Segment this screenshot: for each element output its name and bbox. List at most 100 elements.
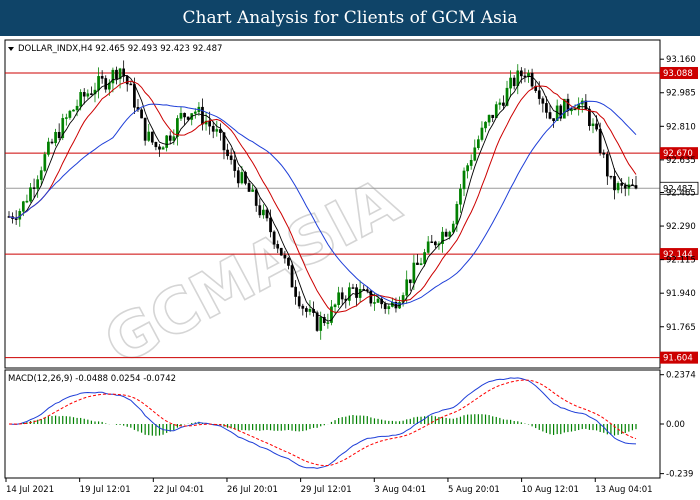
candle-body: [79, 92, 83, 107]
candle-body: [434, 241, 437, 246]
candle-body: [226, 149, 229, 157]
candle-body: [161, 147, 165, 150]
candle-body: [351, 287, 355, 289]
candle-body: [129, 83, 133, 86]
candle-body: [448, 231, 452, 237]
candle-body: [21, 201, 25, 212]
candle-body: [104, 78, 108, 90]
candle-body: [193, 111, 197, 114]
candle-body: [133, 84, 136, 108]
candle-body: [158, 146, 161, 150]
candle-body: [613, 176, 616, 191]
candle-body: [240, 172, 244, 184]
candle-body: [236, 170, 240, 184]
candle-body: [455, 204, 459, 225]
candle-body: [340, 292, 344, 300]
candle-body: [308, 308, 312, 312]
level-tag-label: 91.604: [663, 354, 693, 364]
candle-body: [36, 179, 40, 189]
candle-body: [326, 322, 330, 324]
x-tick-label: 26 Jul 20:01: [227, 485, 278, 495]
candle-body: [598, 128, 602, 154]
candle-body: [247, 183, 251, 192]
candle-body: [595, 123, 598, 130]
candle-body: [369, 290, 373, 304]
candle-body: [469, 160, 473, 166]
candle-body: [333, 304, 337, 308]
candle-body: [408, 279, 412, 284]
candle-body: [140, 109, 143, 119]
title-banner: Chart Analysis for Clients of GCM Asia: [0, 0, 700, 36]
candle-body: [47, 141, 50, 155]
candle-body: [548, 112, 552, 119]
candle-body: [75, 105, 79, 111]
x-tick-label: 3 Aug 04:01: [374, 485, 426, 495]
candle-body: [602, 152, 606, 155]
symbol-legend: DOLLAR_INDX,H4 92.465 92.493 92.423 92.4…: [18, 44, 222, 54]
candle-body: [154, 142, 158, 148]
macd-y-tick-label: 0.00: [666, 420, 685, 430]
candle-body: [373, 302, 376, 304]
x-tick-label: 5 Aug 20:01: [448, 485, 500, 495]
candle-body: [179, 112, 183, 119]
candle-body: [82, 92, 86, 97]
candle-body: [419, 263, 423, 265]
price-chart-svg: GCMASIA 93.08892.67092.14491.60492.487 9…: [4, 39, 699, 495]
candle-body: [251, 189, 254, 192]
y-tick-label: 92.810: [666, 122, 696, 132]
candle-body: [279, 247, 283, 256]
candle-body: [376, 298, 380, 303]
candle-body: [54, 131, 57, 144]
macd-legend: MACD(12,26,9) -0.0488 0.0254 -0.0742: [8, 374, 176, 384]
candle-body: [301, 305, 305, 309]
candle-body: [39, 170, 43, 180]
candle-body: [620, 183, 624, 186]
candle-body: [484, 121, 487, 129]
candle-body: [541, 98, 545, 104]
candle-body: [473, 147, 477, 161]
x-tick-label: 10 Aug 12:01: [522, 485, 579, 495]
candle-body: [623, 185, 627, 189]
candle-body: [537, 90, 541, 99]
y-tick-label: 92.115: [666, 256, 696, 266]
candle-body: [487, 114, 491, 123]
y-tick-label: 92.635: [666, 156, 696, 166]
candle-body: [466, 165, 469, 172]
candle-body: [14, 218, 18, 220]
page-title: Chart Analysis for Clients of GCM Asia: [182, 8, 518, 28]
candle-body: [211, 125, 215, 132]
candle-body: [290, 265, 294, 288]
candle-body: [262, 209, 265, 216]
candle-body: [168, 135, 172, 141]
candle-body: [57, 131, 61, 139]
candle-body: [150, 131, 154, 143]
candle-body: [383, 303, 387, 310]
candle-body: [498, 102, 502, 105]
x-tick-label: 19 Jul 12:01: [80, 485, 131, 495]
candle-body: [297, 296, 301, 307]
y-tick-label: 91.940: [666, 289, 696, 299]
candle-body: [430, 241, 434, 244]
candle-body: [294, 286, 297, 297]
candle-body: [143, 117, 147, 141]
candle-body: [552, 118, 555, 122]
candle-body: [258, 205, 262, 216]
candle-body: [319, 317, 323, 331]
candle-body: [545, 103, 548, 113]
candle-body: [97, 76, 100, 91]
candle-body: [115, 69, 118, 80]
candle-body: [272, 231, 276, 245]
candle-body: [451, 223, 455, 233]
x-tick-label: 22 Jul 04:01: [153, 485, 204, 495]
x-tick-label: 29 Jul 12:01: [301, 485, 352, 495]
y-tick-label: 92.985: [666, 89, 696, 99]
candle-body: [477, 139, 480, 149]
candle-body: [337, 292, 340, 306]
candle-body: [50, 141, 54, 144]
candle-body: [29, 187, 32, 202]
y-tick-label: 93.160: [666, 55, 696, 65]
macd-y-tick-label: 0.2374: [666, 371, 696, 381]
candle-body: [405, 279, 409, 296]
candle-body: [570, 109, 573, 112]
candle-body: [43, 154, 47, 171]
